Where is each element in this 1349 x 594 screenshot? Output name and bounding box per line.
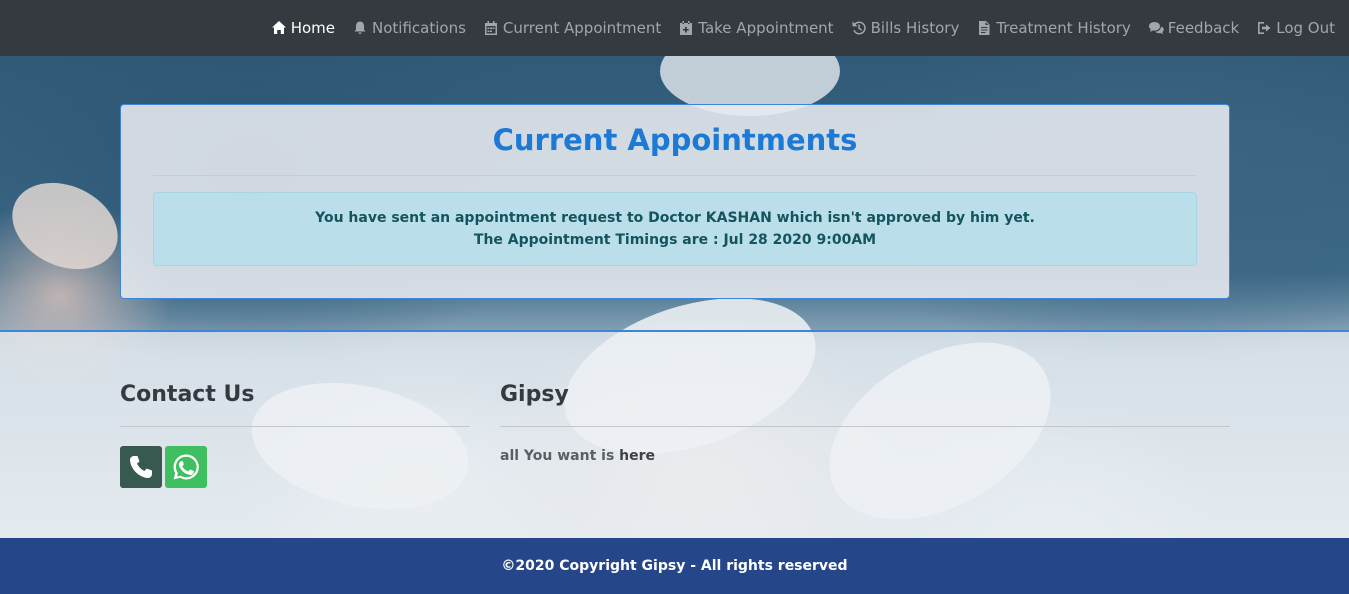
whatsapp-button[interactable] xyxy=(165,446,207,488)
nav-current-appointment-label: Current Appointment xyxy=(502,19,662,37)
page-title: Current Appointments xyxy=(492,123,858,157)
title-divider xyxy=(153,175,1197,176)
appointment-info-alert: You have sent an appointment request to … xyxy=(153,192,1197,266)
footer: Contact Us Gipsy all You want is here xyxy=(0,330,1349,538)
bell-icon xyxy=(354,21,366,34)
tagline-text: all You want is xyxy=(500,448,620,464)
brand-divider xyxy=(500,426,1230,427)
nav-take-appointment-label: Take Appointment xyxy=(698,19,834,37)
phone-button[interactable] xyxy=(120,446,162,488)
history-icon xyxy=(852,21,866,35)
current-appointments-card: Current Appointments You have sent an ap… xyxy=(120,104,1230,299)
nav-notifications-label: Notifications xyxy=(372,19,466,37)
brand-heading: Gipsy xyxy=(500,382,569,407)
nav-current-appointment[interactable]: Current Appointment xyxy=(483,19,661,37)
phone-icon xyxy=(130,456,152,478)
nav-bills-history-label: Bills History xyxy=(870,19,960,37)
nav-feedback-label: Feedback xyxy=(1167,19,1240,37)
contact-us-heading: Contact Us xyxy=(120,382,255,407)
nav-home[interactable]: Home xyxy=(271,19,335,37)
home-icon xyxy=(271,21,286,34)
nav-home-label: Home xyxy=(290,19,336,37)
contact-icons xyxy=(120,446,207,488)
whatsapp-icon xyxy=(173,454,199,480)
tagline-emphasis: here xyxy=(619,448,656,464)
contact-divider xyxy=(120,426,470,427)
alert-message-line1: You have sent an appointment request to … xyxy=(315,210,1035,226)
nav-feedback[interactable]: Feedback xyxy=(1148,19,1239,37)
nav-treatment-history[interactable]: Treatment History xyxy=(976,19,1131,37)
nav-treatment-history-label: Treatment History xyxy=(996,19,1131,37)
nav-take-appointment[interactable]: Take Appointment xyxy=(678,19,834,37)
copyright-text: ©2020 Copyright Gipsy - All rights reser… xyxy=(501,558,848,574)
nav-bills-history[interactable]: Bills History xyxy=(851,19,960,37)
comments-icon xyxy=(1148,22,1164,35)
copyright-bar: ©2020 Copyright Gipsy - All rights reser… xyxy=(0,538,1349,594)
nav-notifications[interactable]: Notifications xyxy=(352,19,466,37)
sign-out-icon xyxy=(1258,22,1271,34)
file-icon xyxy=(979,21,990,35)
calendar-icon xyxy=(484,21,497,35)
nav-log-out[interactable]: Log Out xyxy=(1256,19,1335,37)
brand-tagline: all You want is here xyxy=(500,448,655,464)
alert-message-line2: The Appointment Timings are : Jul 28 202… xyxy=(473,232,877,248)
nav-log-out-label: Log Out xyxy=(1276,19,1335,37)
calendar-plus-icon xyxy=(680,21,693,35)
top-navbar: Home Notifications Current Appointment T… xyxy=(0,0,1349,56)
